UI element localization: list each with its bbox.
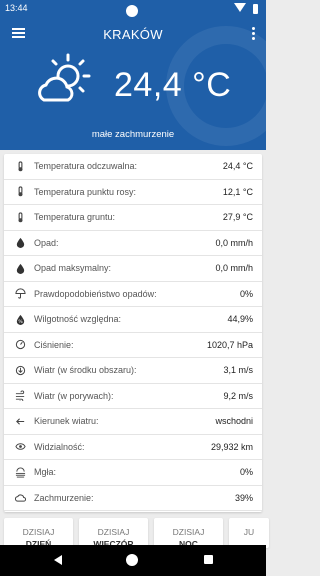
recent-apps-icon[interactable] [204,555,213,564]
detail-row: Temperatura punktu rosy: 12,1 °C [4,180,262,205]
detail-row: Ciśnienie: 1020,7 hPa [4,333,262,358]
detail-value: 12,1 °C [222,186,253,197]
detail-row: Wiatr (w środku obszaru): 3,1 m/s [4,358,262,384]
detail-label: Prawdopodobieństwo opadów: [34,288,157,299]
tab-line1: DZISIAJ [22,527,55,537]
forecast-tabs: DZISIAJ DZIEŃ DZISIAJ WIECZÓR DZISIAJ NO… [4,518,270,549]
cloud-icon [14,492,26,504]
fog-icon [14,466,26,478]
more-options-icon[interactable] [252,27,256,41]
weather-description: małe zachmurzenie [91,129,175,140]
detail-value: 9,2 m/s [223,390,253,401]
detail-value: 0,0 mm/h [215,237,253,248]
thermometer-icon [14,160,26,172]
status-time: 13:44 [5,3,28,13]
detail-value: 27,9 °C [222,212,253,223]
detail-label: Temperatura gruntu: [34,212,116,223]
wifi-icon [234,3,246,12]
detail-value: 1020,7 hPa [206,339,253,350]
detail-label: Kierunek wiatru: [34,416,99,427]
detail-label: Opad: [34,237,59,248]
tab-today-night[interactable]: DZISIAJ NOC [154,518,223,549]
tab-line1: DZISIAJ [172,527,205,537]
system-navigation-bar [0,545,266,576]
detail-value: 39% [234,492,253,503]
detail-label: Widzialność: [34,441,85,452]
back-icon[interactable] [54,555,62,565]
detail-value: 29,932 km [210,441,253,452]
drop-icon [14,237,26,249]
tab-line1: DZISIAJ [97,527,130,537]
detail-label: Temperatura punktu rosy: [34,186,137,197]
thermometer-icon [14,211,26,223]
detail-row: Kierunek wiatru: wschodni [4,409,262,435]
tab-line1: JU [243,527,255,537]
weather-header: KRAKÓW 24,4 °C małe zachmurzenie [0,18,266,150]
arrow-left-icon [14,415,26,427]
visibility-icon [14,441,26,453]
detail-label: Mgła: [34,467,57,478]
tab-tomorrow[interactable]: JU [229,518,269,548]
detail-label: Wiatr (w porywach): [34,390,114,401]
detail-label: Zachmurzenie: [34,492,94,503]
tab-today-evening[interactable]: DZISIAJ WIECZÓR [79,518,148,549]
status-bar: 13:44 [0,0,266,18]
detail-row: Mgła: 0% [4,460,262,486]
detail-value: 44,9% [227,314,253,325]
thermometer-icon [14,186,26,198]
detail-row: Prawdopodobieństwo opadów: 0% [4,282,262,307]
detail-row: Wiatr (w porywach): 9,2 m/s [4,384,262,409]
wind-center-icon [14,364,26,376]
detail-row: Zachmurzenie: 39% [4,486,262,511]
detail-row: Temperatura odczuwalna: 24,4 °C [4,154,262,180]
drop-icon [14,262,26,274]
detail-row: Widzialność: 29,932 km [4,435,262,460]
battery-icon [253,4,258,14]
detail-row: % Wilgotność względna: 44,9% [4,307,262,333]
detail-value: wschodni [215,416,253,427]
wind-gust-icon [14,390,26,402]
current-temperature: 24,4 °C [114,66,232,104]
detail-row: Temperatura gruntu: 27,9 °C [4,205,262,231]
detail-value: 0% [239,288,253,299]
detail-label: Opad maksymalny: [34,263,112,274]
svg-text:%: % [18,319,23,325]
city-title: KRAKÓW [103,27,163,42]
detail-label: Temperatura odczuwalna: [34,161,138,172]
home-icon[interactable] [126,554,138,566]
detail-label: Ciśnienie: [34,339,74,350]
detail-value: 3,1 m/s [223,365,253,376]
gauge-icon [14,339,26,351]
weather-details-card: Temperatura odczuwalna: 24,4 °C Temperatur… [4,154,262,512]
sun-behind-cloud-icon [38,53,91,102]
detail-row: Opad maksymalny: 0,0 mm/h [4,256,262,282]
detail-value: 0,0 mm/h [215,263,253,274]
tab-today-day[interactable]: DZISIAJ DZIEŃ [4,518,73,549]
detail-value: 24,4 °C [222,161,253,172]
detail-label: Wilgotność względna: [34,314,122,325]
detail-label: Wiatr (w środku obszaru): [34,365,137,376]
humidity-icon: % [14,313,26,325]
detail-value: 0% [239,467,253,478]
camera-cutout [126,5,138,17]
umbrella-icon [14,288,26,300]
detail-row: Opad: 0,0 mm/h [4,231,262,256]
